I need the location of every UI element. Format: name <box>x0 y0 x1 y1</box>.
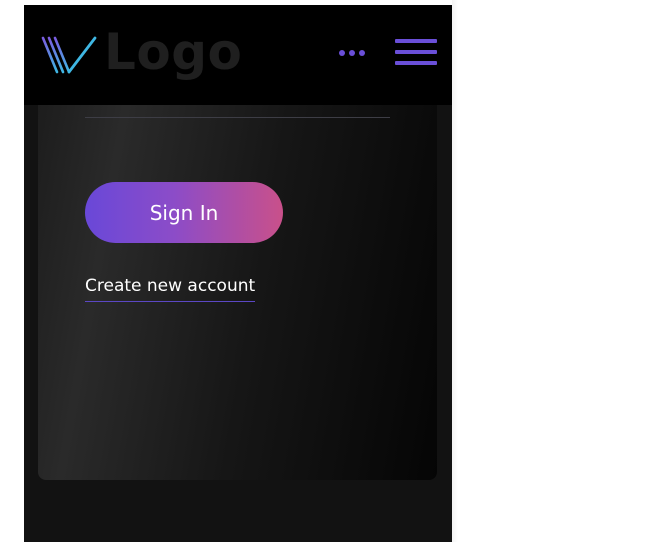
mobile-viewport: Logo Sign In Create new account <box>24 5 452 542</box>
hamburger-menu-icon <box>395 39 437 43</box>
hamburger-menu-icon <box>395 61 437 65</box>
sign-in-button[interactable]: Sign In <box>85 182 283 243</box>
brand-logo[interactable]: Logo <box>40 25 242 85</box>
more-dots-icon <box>349 50 355 56</box>
sign-in-card: Sign In Create new account <box>38 65 437 480</box>
password-field-underline[interactable] <box>85 117 390 118</box>
create-account-link[interactable]: Create new account <box>85 275 256 303</box>
hamburger-menu-icon <box>395 50 437 54</box>
more-dots-icon <box>339 50 345 56</box>
device-shadow <box>452 0 458 542</box>
more-dots-icon <box>359 50 365 56</box>
page: Logo Sign In Create new account <box>0 0 657 542</box>
logo-wordmark: Logo <box>104 23 243 81</box>
menu-toggle-button[interactable] <box>394 37 438 67</box>
top-navbar: Logo <box>24 5 452 105</box>
stylized-w-logo-icon <box>41 36 97 74</box>
more-options-button[interactable] <box>334 43 370 63</box>
